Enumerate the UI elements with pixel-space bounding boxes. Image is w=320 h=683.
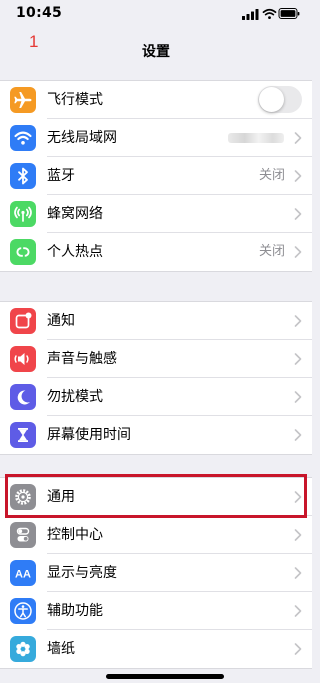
notifications-label: 通知 [47, 313, 75, 329]
chevron-right-icon [294, 529, 302, 541]
settings-row-do-not-disturb[interactable]: 勿扰模式 [0, 378, 312, 416]
accessibility-label: 辅助功能 [47, 603, 103, 619]
text-size-icon: AA [10, 560, 36, 586]
screen-time-label: 屏幕使用时间 [47, 427, 131, 443]
bluetooth-label: 蓝牙 [47, 168, 75, 184]
settings-row-bluetooth[interactable]: 蓝牙 关闭 [0, 157, 312, 195]
chevron-right-icon [294, 391, 302, 403]
display-brightness-label: 显示与亮度 [47, 565, 117, 581]
sounds-icon [10, 346, 36, 372]
settings-row-airplane-mode[interactable]: 飞行模式 [0, 81, 312, 119]
settings-group-notifications: 通知 声音与触感 勿扰模式 屏幕使用时间 [0, 301, 312, 455]
chevron-right-icon [294, 643, 302, 655]
hourglass-icon [10, 422, 36, 448]
wifi-icon [10, 125, 36, 151]
accessibility-icon [10, 598, 36, 624]
flower-icon [10, 636, 36, 662]
wifi-label: 无线局域网 [47, 130, 117, 146]
cellular-label: 蜂窝网络 [47, 206, 103, 222]
chevron-right-icon [294, 132, 302, 144]
chevron-right-icon [294, 315, 302, 327]
airplane-mode-toggle[interactable] [258, 86, 302, 113]
chevron-right-icon [294, 605, 302, 617]
chevron-right-icon [294, 353, 302, 365]
settings-row-display-brightness[interactable]: AA 显示与亮度 [0, 554, 312, 592]
chevron-right-icon [294, 208, 302, 220]
airplane-mode-label: 飞行模式 [47, 92, 103, 108]
sounds-label: 声音与触感 [47, 351, 117, 367]
hotspot-icon [10, 239, 36, 265]
settings-row-notifications[interactable]: 通知 [0, 302, 312, 340]
home-indicator [106, 674, 224, 679]
settings-row-accessibility[interactable]: 辅助功能 [0, 592, 312, 630]
moon-icon [10, 384, 36, 410]
battery-icon [278, 8, 300, 19]
wifi-network-name-blurred [228, 133, 284, 143]
settings-row-wifi[interactable]: 无线局域网 [0, 119, 312, 157]
status-time: 10:45 [16, 5, 63, 21]
settings-row-control-center[interactable]: 控制中心 [0, 516, 312, 554]
notifications-icon [10, 308, 36, 334]
status-bar: 10:45 [0, 0, 312, 28]
cellular-icon [10, 201, 36, 227]
chevron-right-icon [294, 567, 302, 579]
status-indicators [242, 7, 300, 21]
page-title: 设置 [142, 44, 170, 60]
toggle-knob [259, 87, 284, 112]
settings-group-connectivity: 飞行模式 无线局域网 蓝牙 关闭 蜂窝网络 个人热点 关闭 [0, 80, 312, 272]
signal-icon [242, 9, 259, 20]
settings-row-sounds[interactable]: 声音与触感 [0, 340, 312, 378]
wallpaper-label: 墙纸 [47, 641, 75, 657]
settings-row-screen-time[interactable]: 屏幕使用时间 [0, 416, 312, 454]
bluetooth-icon [10, 163, 36, 189]
do-not-disturb-label: 勿扰模式 [47, 389, 103, 405]
svg-text:AA: AA [15, 569, 31, 581]
settings-row-wallpaper[interactable]: 墙纸 [0, 630, 312, 668]
settings-row-hotspot[interactable]: 个人热点 关闭 [0, 233, 312, 271]
bluetooth-status-value: 关闭 [258, 168, 285, 183]
highlight-annotation-box [5, 474, 307, 518]
chevron-right-icon [294, 246, 302, 258]
airplane-icon [10, 87, 36, 113]
wifi-status-icon [262, 8, 277, 19]
settings-row-cellular[interactable]: 蜂窝网络 [0, 195, 312, 233]
hotspot-status-value: 关闭 [258, 244, 285, 259]
hotspot-label: 个人热点 [47, 244, 103, 260]
toggles-icon [10, 522, 36, 548]
chevron-right-icon [294, 170, 302, 182]
chevron-right-icon [294, 429, 302, 441]
control-center-label: 控制中心 [47, 527, 103, 543]
